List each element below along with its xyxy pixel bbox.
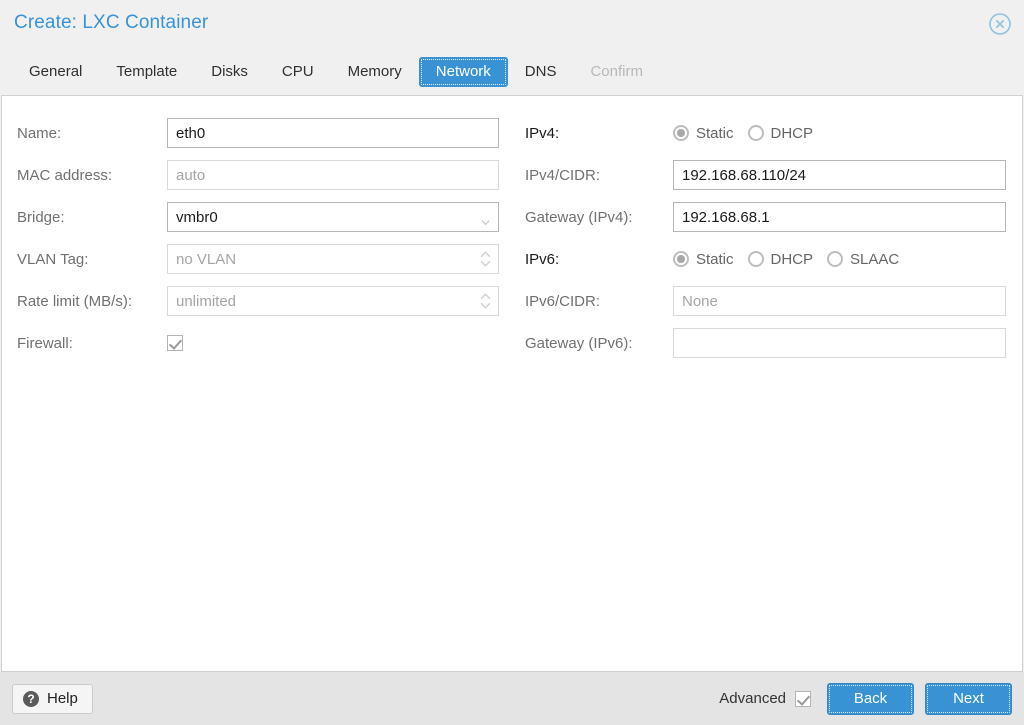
ipv6-cidr-label: IPv6/CIDR: [525, 292, 601, 310]
radio-selected-icon [673, 251, 689, 267]
tab-disks[interactable]: Disks [194, 57, 265, 87]
advanced-label: Advanced [719, 690, 786, 707]
chevron-down-icon [481, 214, 490, 226]
ipv4-dhcp-radio[interactable]: DHCP [747, 124, 814, 142]
mac-address-label: MAC address: [17, 166, 113, 184]
row-rate-limit: Rate limit (MB/s): unlimited [17, 280, 514, 322]
ipv4-gateway-input[interactable]: 192.168.68.1 [673, 202, 1006, 232]
name-input[interactable]: eth0 [167, 118, 499, 148]
left-column: Name: eth0 MAC address: auto Bridge: vmb… [2, 112, 514, 364]
dialog-footer: ? Help Advanced Back Next [0, 672, 1024, 725]
rate-limit-label: Rate limit (MB/s): [17, 292, 133, 310]
help-button-label: Help [47, 690, 78, 707]
row-bridge: Bridge: vmbr0 [17, 196, 514, 238]
spinner-icon[interactable] [480, 293, 491, 309]
ipv4-radio-group: Static DHCP [673, 125, 813, 142]
footer-actions: Advanced Back Next [719, 682, 1012, 715]
tab-memory[interactable]: Memory [331, 57, 419, 87]
wizard-tabbar: General Template Disks CPU Memory Networ… [0, 48, 1024, 95]
rate-limit-value: unlimited [176, 292, 237, 310]
row-mac-address: MAC address: auto [17, 154, 514, 196]
row-firewall: Firewall: [17, 322, 514, 364]
ipv4-cidr-input[interactable]: 192.168.68.110/24 [673, 160, 1006, 190]
next-button[interactable]: Next [925, 682, 1012, 715]
vlan-tag-input[interactable]: no VLAN [167, 244, 499, 274]
firewall-checkbox[interactable] [167, 335, 183, 351]
network-settings-panel: Name: eth0 MAC address: auto Bridge: vmb… [1, 95, 1023, 672]
ipv4-dhcp-label: DHCP [770, 124, 814, 142]
ipv6-slaac-radio[interactable]: SLAAC [827, 251, 899, 268]
ipv6-dhcp-radio[interactable]: DHCP [747, 250, 814, 268]
advanced-checkbox[interactable] [795, 690, 811, 707]
close-icon[interactable] [988, 12, 1012, 36]
ipv6-radio-group: Static DHCP SLAAC [673, 251, 899, 268]
ipv4-static-radio[interactable]: Static [673, 125, 734, 142]
mac-address-input[interactable]: auto [167, 160, 499, 190]
ipv6-cidr-input[interactable]: None [673, 286, 1006, 316]
radio-unselected-icon [827, 251, 844, 267]
bridge-select-value: vmbr0 [176, 208, 218, 226]
ipv6-label: IPv6: [525, 250, 560, 268]
bridge-select[interactable]: vmbr0 [167, 202, 499, 232]
tab-template[interactable]: Template [99, 57, 194, 87]
row-ipv6-cidr: IPv6/CIDR: None [525, 280, 1009, 322]
row-ipv4-cidr: IPv4/CIDR: 192.168.68.110/24 [525, 154, 1009, 196]
right-column: IPv4: Static DHCP IPv4/CIDR: 192.168.68.… [514, 112, 1009, 364]
spinner-icon[interactable] [480, 251, 491, 267]
ipv4-static-label: Static [696, 124, 734, 142]
vlan-tag-label: VLAN Tag: [17, 250, 89, 268]
ipv6-dhcp-label: DHCP [770, 250, 814, 268]
radio-unselected-icon [747, 125, 764, 141]
vlan-tag-value: no VLAN [176, 250, 237, 268]
tab-cpu[interactable]: CPU [265, 57, 331, 87]
dialog-titlebar: Create: LXC Container [0, 0, 1024, 48]
ipv6-gateway-input[interactable] [673, 328, 1006, 358]
advanced-toggle[interactable]: Advanced [719, 690, 811, 707]
row-ipv6-mode: IPv6: Static DHCP SLAAC [525, 238, 1009, 280]
dialog-title: Create: LXC Container [14, 12, 209, 33]
ipv4-label: IPv4: [525, 124, 560, 142]
ipv6-static-radio[interactable]: Static [673, 251, 734, 268]
ipv6-static-label: Static [696, 250, 734, 268]
ipv4-cidr-label: IPv4/CIDR: [525, 166, 601, 184]
tab-dns[interactable]: DNS [508, 57, 574, 87]
create-lxc-container-dialog: Create: LXC Container General Template D… [0, 0, 1024, 725]
rate-limit-input[interactable]: unlimited [167, 286, 499, 316]
radio-selected-icon [673, 125, 689, 141]
question-mark-icon: ? [23, 690, 39, 707]
bridge-label: Bridge: [17, 208, 65, 226]
tab-network[interactable]: Network [418, 56, 508, 87]
row-ipv4-mode: IPv4: Static DHCP [525, 112, 1009, 154]
tab-general[interactable]: General [12, 57, 99, 87]
back-button[interactable]: Back [827, 682, 914, 715]
name-label: Name: [17, 124, 62, 142]
row-vlan-tag: VLAN Tag: no VLAN [17, 238, 514, 280]
firewall-label: Firewall: [17, 334, 73, 352]
radio-unselected-icon [747, 251, 764, 267]
ipv6-gateway-label: Gateway (IPv6): [525, 334, 633, 352]
help-button[interactable]: ? Help [12, 683, 93, 714]
tab-confirm: Confirm [590, 63, 643, 80]
row-ipv4-gateway: Gateway (IPv4): 192.168.68.1 [525, 196, 1009, 238]
row-name: Name: eth0 [17, 112, 514, 154]
row-ipv6-gateway: Gateway (IPv6): [525, 322, 1009, 364]
ipv6-slaac-label: SLAAC [850, 250, 900, 268]
ipv4-gateway-label: Gateway (IPv4): [525, 208, 633, 226]
